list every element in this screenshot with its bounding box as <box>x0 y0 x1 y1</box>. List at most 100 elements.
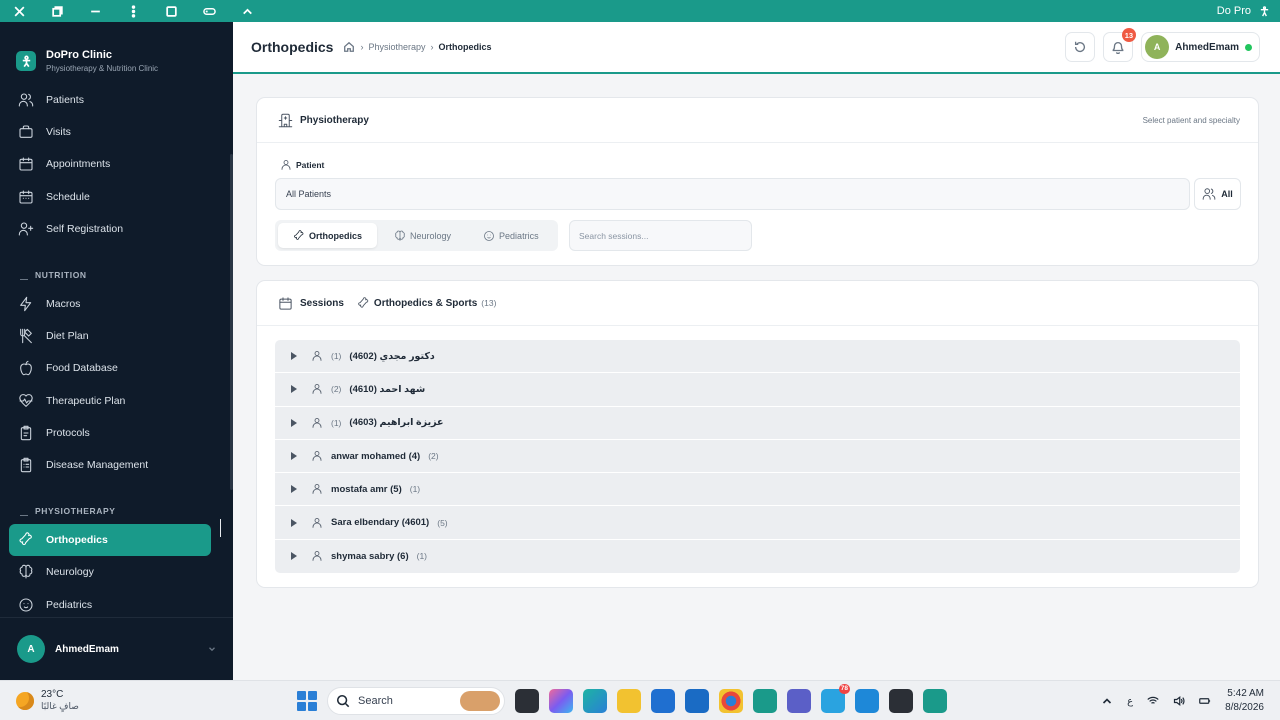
patient-name: دكتور مجدي (4602) <box>349 350 435 362</box>
telegram-icon[interactable]: 78 <box>821 684 850 713</box>
users-icon <box>1202 188 1216 200</box>
expand-arrow-icon[interactable] <box>291 485 297 494</box>
task-view-icon[interactable] <box>515 689 539 713</box>
edge-browser-icon[interactable] <box>583 689 607 713</box>
clock-date: 8/8/2026 <box>1225 702 1264 713</box>
tab-orthopedics[interactable]: Orthopedics <box>278 223 378 248</box>
volume-icon[interactable] <box>1173 695 1185 707</box>
table-row[interactable]: Sara elbendary (4601) (5) <box>275 506 1240 540</box>
weather-widget[interactable]: 23°C صافٍ غالبًا <box>16 689 79 712</box>
sidebar-item-label: Orthopedics <box>46 534 108 547</box>
breadcrumb-physiotherapy[interactable]: Physiotherapy <box>368 42 425 52</box>
expand-arrow-icon[interactable] <box>291 452 297 461</box>
active-item-indicator <box>220 519 221 537</box>
all-patients-button[interactable]: All <box>1194 178 1241 210</box>
tab-neurology[interactable]: Neurology <box>379 223 466 248</box>
sidebar-item-self-registration[interactable]: Self Registration <box>0 213 229 245</box>
patient-name: mostafa amr (5) <box>331 483 402 495</box>
expand-arrow-icon[interactable] <box>291 385 297 394</box>
hospital-icon <box>278 113 293 127</box>
sidebar-item-label: Protocols <box>46 426 90 439</box>
input-language[interactable]: ع <box>1127 696 1133 707</box>
sidebar: DoPro Clinic Physiotherapy & Nutrition C… <box>0 22 233 680</box>
sidebar-item-appointments[interactable]: Appointments <box>0 148 229 180</box>
table-row[interactable]: (2) شهد احمد (4610) <box>275 373 1240 407</box>
accessibility-icon[interactable] <box>1259 5 1270 17</box>
gamepad-button[interactable] <box>190 0 228 22</box>
sidebar-scrollbar[interactable] <box>230 154 233 490</box>
notifications-button[interactable]: 13 <box>1103 28 1137 62</box>
sidebar-item-diet-plan[interactable]: Diet Plan <box>0 320 229 352</box>
battery-icon[interactable] <box>1199 695 1211 707</box>
table-row[interactable]: (1) دكتور مجدي (4602) <box>275 340 1240 374</box>
app-name: Do Pro <box>1216 5 1251 17</box>
home-icon[interactable] <box>343 41 355 53</box>
terminal-icon[interactable] <box>889 689 913 713</box>
expand-arrow-icon[interactable] <box>291 418 297 427</box>
sidebar-item-disease-management[interactable]: Disease Management <box>0 449 229 481</box>
card-header: Sessions Orthopedics & Sports (13) <box>257 281 1258 326</box>
chrome-icon[interactable] <box>719 689 743 713</box>
user-icon <box>312 451 322 461</box>
table-row[interactable]: shymaa sabry (6) (1) <box>275 539 1240 574</box>
refresh-button[interactable] <box>1065 32 1096 62</box>
sidebar-item-patients[interactable]: Patients <box>0 84 229 116</box>
brain-icon <box>395 230 405 241</box>
sidebar-item-pediatrics[interactable]: Pediatrics <box>0 588 229 620</box>
table-row[interactable]: (1) عزيزة ابراهيم (4603) <box>275 406 1240 440</box>
patient-select[interactable]: All Patients <box>275 178 1190 210</box>
sidebar-item-food-database[interactable]: Food Database <box>0 352 229 384</box>
copilot-icon[interactable] <box>549 689 573 713</box>
session-count: (2) <box>331 384 342 395</box>
user-icon <box>281 160 291 170</box>
sidebar-item-schedule[interactable]: Schedule <box>0 181 229 213</box>
expand-arrow-icon[interactable] <box>291 518 297 527</box>
patient-name: عزيزة ابراهيم (4603) <box>349 417 444 429</box>
system-clock[interactable]: 5:42 AM 8/8/2026 <box>1225 687 1264 715</box>
tab-pediatrics[interactable]: Pediatrics <box>468 223 554 248</box>
brand[interactable]: DoPro Clinic Physiotherapy & Nutrition C… <box>0 22 233 80</box>
file-explorer-icon[interactable] <box>617 689 641 713</box>
close-window-button[interactable] <box>0 0 38 22</box>
sidebar-item-orthopedics[interactable]: Orthopedics <box>9 524 211 557</box>
vscode-icon[interactable] <box>855 689 879 713</box>
teams-icon[interactable] <box>787 689 811 713</box>
sidebar-item-label: Therapeutic Plan <box>46 394 126 407</box>
more-vertical-icon <box>131 4 135 18</box>
refresh-icon <box>1075 41 1086 53</box>
more-options-button[interactable] <box>114 0 152 22</box>
collapse-button[interactable] <box>228 0 266 22</box>
chevron-up-icon[interactable] <box>1101 695 1113 707</box>
search-sessions-input[interactable] <box>569 220 752 251</box>
restore-icon <box>51 5 63 17</box>
taskbar-search[interactable]: Search <box>327 687 505 715</box>
extensions-button[interactable] <box>152 0 190 22</box>
wifi-icon[interactable] <box>1147 695 1159 707</box>
chevron-down-icon <box>209 647 215 652</box>
outlook-icon[interactable] <box>685 689 709 713</box>
card-header: Physiotherapy Select patient and special… <box>257 98 1258 143</box>
expand-arrow-icon[interactable] <box>291 352 297 361</box>
start-button[interactable] <box>297 691 317 711</box>
clinic-logo-icon <box>16 51 36 71</box>
dopro-app-icon[interactable] <box>753 689 777 713</box>
table-row[interactable]: anwar mohamed (4) (2) <box>275 439 1240 474</box>
restore-window-button[interactable] <box>38 0 76 22</box>
sidebar-item-visits[interactable]: Visits <box>0 116 229 148</box>
sidebar-item-protocols[interactable]: Protocols <box>0 417 229 449</box>
table-row[interactable]: mostafa amr (5) (1) <box>275 473 1240 507</box>
patient-name: شهد احمد (4610) <box>349 383 426 395</box>
user-menu-button[interactable]: A AhmedEmam <box>1141 32 1260 62</box>
dopro-active-app-icon[interactable] <box>923 689 947 713</box>
microsoft-store-icon[interactable] <box>651 689 675 713</box>
weather-sun-icon <box>16 691 34 710</box>
sidebar-item-neurology[interactable]: Neurology <box>0 556 229 588</box>
expand-arrow-icon[interactable] <box>291 552 297 561</box>
sessions-list: (1) دكتور مجدي (4602) (2) شهد احمد (4610… <box>275 340 1240 574</box>
sidebar-item-therapeutic-plan[interactable]: Therapeutic Plan <box>0 385 229 417</box>
sidebar-nav: Patients Visits Appointments Schedule Se… <box>0 84 229 621</box>
sidebar-item-label: Patients <box>46 94 84 107</box>
sidebar-user-menu[interactable]: A AhmedEmam <box>0 617 233 680</box>
sidebar-item-macros[interactable]: Macros <box>0 288 229 320</box>
minimize-window-button[interactable] <box>76 0 114 22</box>
